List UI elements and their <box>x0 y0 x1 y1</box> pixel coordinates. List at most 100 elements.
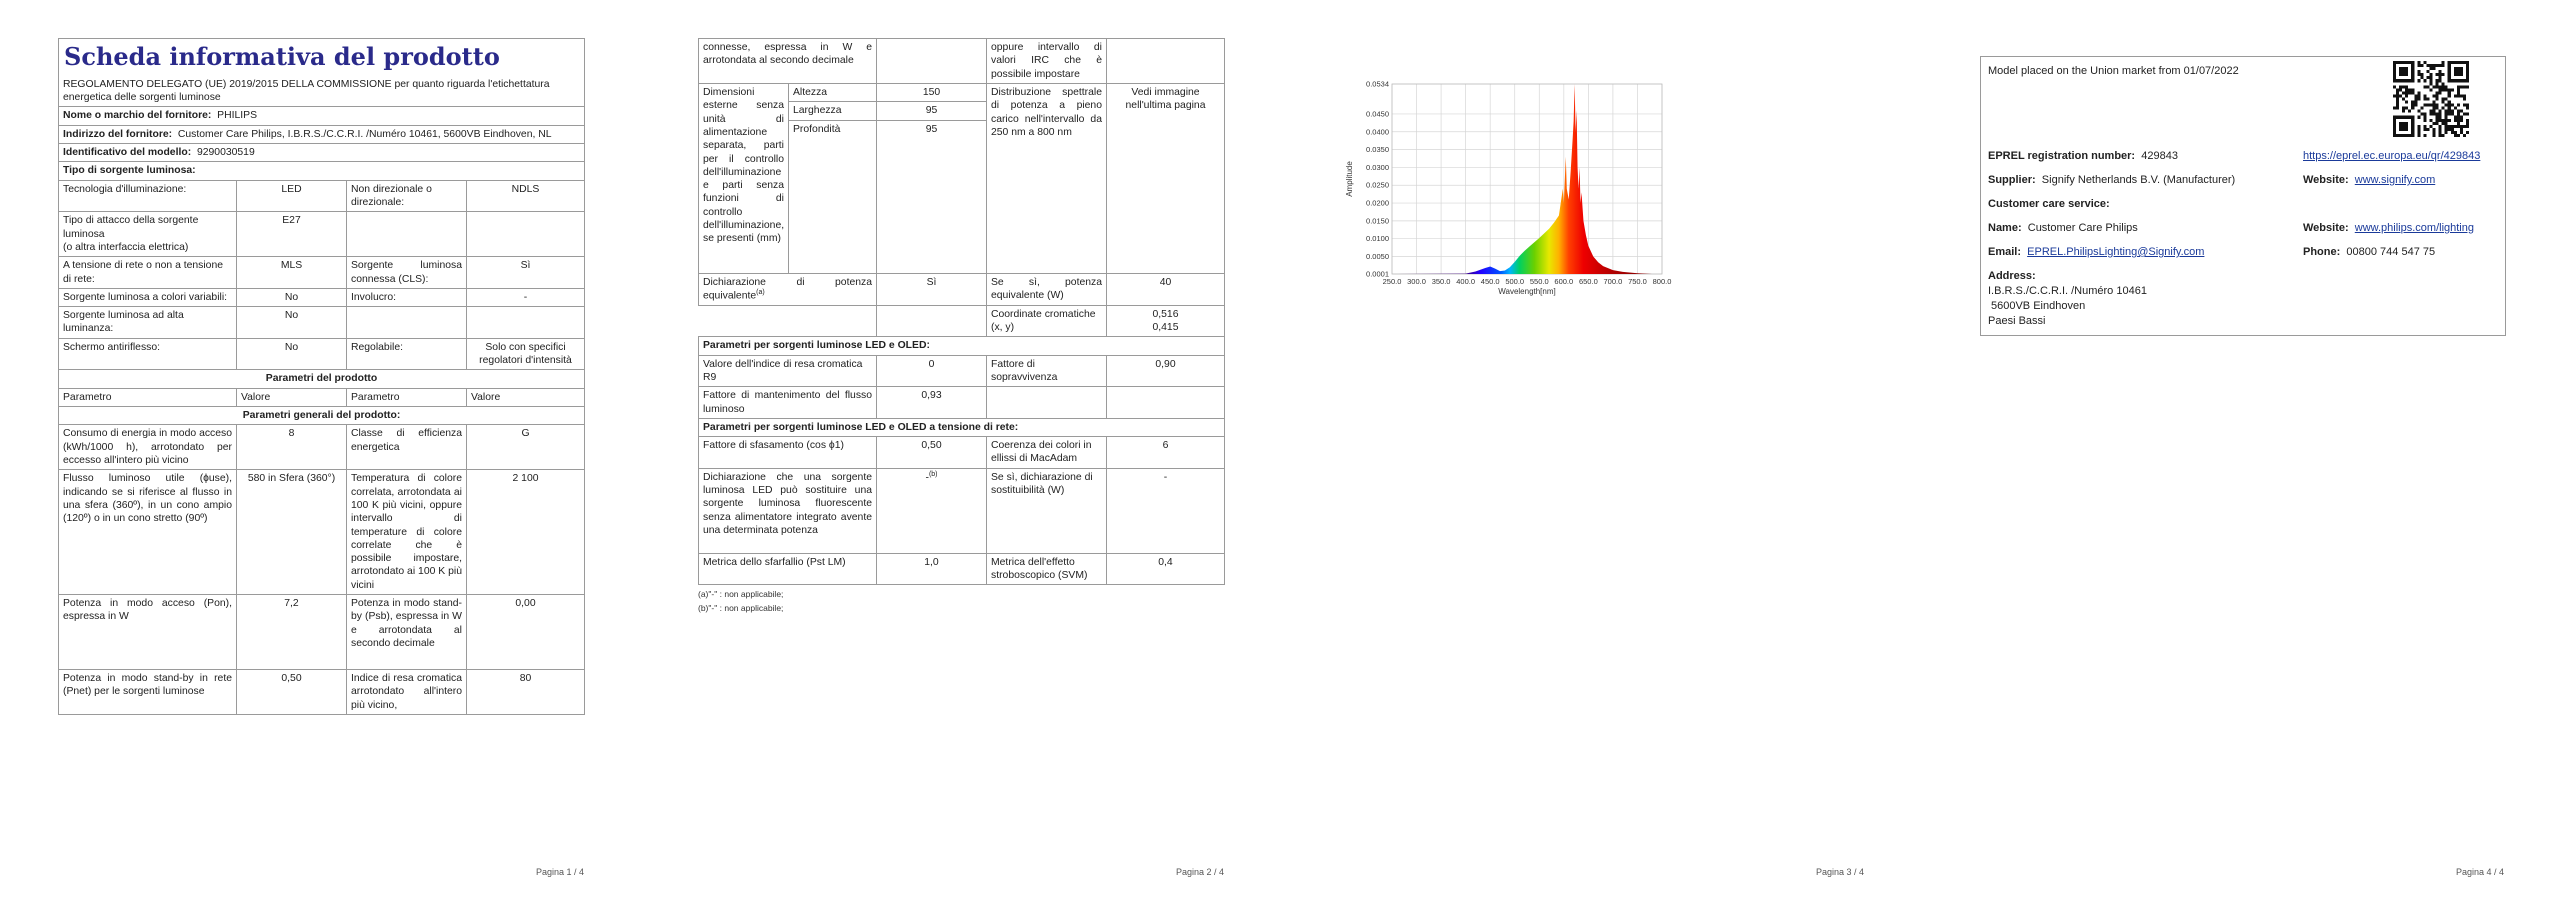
page-number: Pagina 1 / 4 <box>535 867 584 877</box>
general-heading: Parametri generali del prodotto: <box>242 410 401 422</box>
high-luminance-label: Sorgente luminosa ad alta luminanza: <box>63 310 184 335</box>
height-value: 150 <box>922 86 941 98</box>
care-website-link[interactable]: www.philips.com/lighting <box>2355 222 2474 234</box>
customer-care-heading: Customer care service: <box>1988 198 2110 210</box>
mains-value: MLS <box>280 260 303 272</box>
cap-value: E27 <box>282 215 301 227</box>
x-tick-label: 300.0 <box>1407 277 1426 286</box>
placed-on-market-text: Model placed on the Union market from 01… <box>1988 65 2239 77</box>
y-tick-label: 0.0001 <box>1366 270 1389 279</box>
page-title: Scheda informativa del prodotto <box>64 42 500 71</box>
y-tick-label: 0.0050 <box>1366 252 1389 261</box>
x-tick-label: 500.0 <box>1505 277 1524 286</box>
col-param-2: Parametro <box>351 391 400 403</box>
y-tick-label: 0.0100 <box>1366 234 1389 243</box>
y-tick-label: 0.0200 <box>1366 199 1389 208</box>
x-tick-label: 550.0 <box>1530 277 1549 286</box>
height-label: Altezza <box>793 86 828 98</box>
address-value: Customer Care Philips, I.B.R.S./C.C.R.I.… <box>177 128 552 140</box>
spectrum-area <box>1392 84 1662 274</box>
x-tick-label: 400.0 <box>1456 277 1475 286</box>
y-tick-label: 0.0250 <box>1366 181 1389 190</box>
care-name-label: Name: <box>1988 222 2022 234</box>
nondir-value: NDLS <box>511 183 540 195</box>
spd-value: Vedi immagine nell'ultima pagina <box>1125 86 1206 112</box>
width-label: Larghezza <box>793 105 842 117</box>
maint-label: Fattore di mantenimento del flusso lumin… <box>703 390 872 415</box>
supplier-label: Nome o marchio del fornitore: <box>63 110 212 122</box>
tech-label: Tecnologia d'illuminazione: <box>63 183 187 195</box>
cct-label: Temperatura di colore correlata, arroton… <box>351 473 462 591</box>
source-type-heading: Tipo di sorgente luminosa: <box>63 165 196 177</box>
nondir-label: Non direzionale o direzionale: <box>351 183 432 208</box>
care-address-label: Address: <box>1988 270 2036 282</box>
care-website-label: Website: <box>2303 222 2349 234</box>
x-tick-label: 450.0 <box>1481 277 1500 286</box>
eqpower-label: Dichiarazione di potenza equivalente <box>703 276 872 302</box>
pnet-value: 0,50 <box>281 673 302 685</box>
r9-label: Valore dell'indice di resa cromatica R9 <box>703 358 863 383</box>
eqpower-w-label: Se sì, potenza equivalente (W) <box>991 276 1102 301</box>
eqpower-value: Sì <box>926 276 937 288</box>
regulation-text: REGOLAMENTO DELEGATO (UE) 2019/2015 DELL… <box>63 78 550 104</box>
page-2: connesse, espressa in W e arrotondata al… <box>640 0 1280 905</box>
y-tick-label: 0.0350 <box>1366 145 1389 154</box>
y-tick-label: 0.0534 <box>1366 80 1389 89</box>
eprel-link[interactable]: https://eprel.ec.europa.eu/qr/429843 <box>2303 150 2480 162</box>
model-value: 9290030519 <box>196 147 255 159</box>
svm-label: Metrica dell'effetto stroboscopico (SVM) <box>991 556 1088 582</box>
depth-label: Profondità <box>793 123 841 135</box>
phone-value: 00800 744 547 75 <box>2346 246 2436 258</box>
r9-value: 0 <box>928 358 935 370</box>
cap-label: Tipo di attacco della sorgente luminosa <box>63 215 199 240</box>
eqpower-w-value: 40 <box>1159 276 1172 288</box>
phase-value: 0,50 <box>921 440 942 452</box>
product-info-table-p2: connesse, espressa in W e arrotondata al… <box>698 38 1225 586</box>
y-tick-label: 0.0450 <box>1366 109 1389 118</box>
supplier-value: PHILIPS <box>217 110 258 122</box>
cont-right-text: oppure intervallo di valori IRC che è po… <box>991 42 1102 80</box>
model-label: Identificativo del modello: <box>63 147 192 159</box>
cls-label: Sorgente luminosa connessa (CLS): <box>351 260 462 285</box>
address-label: Indirizzo del fornitore: <box>63 128 173 140</box>
qr-code-icon <box>2393 61 2469 137</box>
antiglare-value: No <box>284 341 299 353</box>
page-4: Model placed on the Union market from 01… <box>1920 0 2560 905</box>
dimmable-label: Regolabile: <box>351 341 403 353</box>
website-link[interactable]: www.signify.com <box>2355 174 2435 186</box>
x-tick-label: 350.0 <box>1432 277 1451 286</box>
y-tick-label: 0.0150 <box>1366 216 1389 225</box>
params-heading: Parametri del prodotto <box>265 373 378 385</box>
plot-frame <box>1391 83 1663 275</box>
supplier-value: Signify Netherlands B.V. (Manufacturer) <box>2041 174 2236 186</box>
x-tick-label: 750.0 <box>1628 277 1647 286</box>
led-heading: Parametri per sorgenti luminose LED e OL… <box>703 340 930 352</box>
macadam-value: 6 <box>1162 440 1169 452</box>
pon-value: 7,2 <box>284 598 299 610</box>
envelope-value: - <box>523 291 528 303</box>
email-link[interactable]: EPREL.PhilipsLighting@Signify.com <box>2027 246 2204 258</box>
spectrum-chart: 250.0 300.0 350.0 400.0 450.0 500.0 550.0 600.0… <box>1344 76 1674 312</box>
tunable-value: No <box>284 291 299 303</box>
flux-value: 580 in Sfera (360°) <box>247 473 336 485</box>
page-number: Pagina 2 / 4 <box>1175 867 1224 877</box>
dimmable-value: Solo con specifici regolatori d'intensit… <box>479 341 572 367</box>
spectrum-svg: 250.0 300.0 350.0 400.0 450.0 500.0 550.0 600.0… <box>1345 80 1671 297</box>
x-tick-label: 700.0 <box>1604 277 1623 286</box>
eprel-label: EPREL registration number: <box>1988 150 2136 162</box>
psb-value: 0,00 <box>515 598 536 610</box>
mains-heading: Parametri per sorgenti luminose LED e OL… <box>703 421 1019 433</box>
flicker-label: Metrica dello sfarfallio (Pst LM) <box>703 556 846 568</box>
supplier-info-box: Model placed on the Union market from 01… <box>1980 56 2506 336</box>
psb-label: Potenza in modo stand-by (Psb), espressa… <box>351 598 462 650</box>
col-param-1: Parametro <box>63 391 112 403</box>
y-tick-label: 0.0400 <box>1366 127 1389 136</box>
pon-label: Potenza in modo acceso (Pon), espressa i… <box>63 598 232 623</box>
care-address-line-3: Paesi Bassi <box>1988 315 2046 327</box>
care-name-value: Customer Care Philips <box>2027 222 2138 234</box>
eclass-value: G <box>521 428 530 440</box>
antiglare-label: Schermo antiriflesso: <box>63 341 161 353</box>
page-3: 250.0 300.0 350.0 400.0 450.0 500.0 550.0 600.0… <box>1280 0 1920 905</box>
x-tick-label: 600.0 <box>1554 277 1573 286</box>
energy-value: 8 <box>288 428 295 440</box>
